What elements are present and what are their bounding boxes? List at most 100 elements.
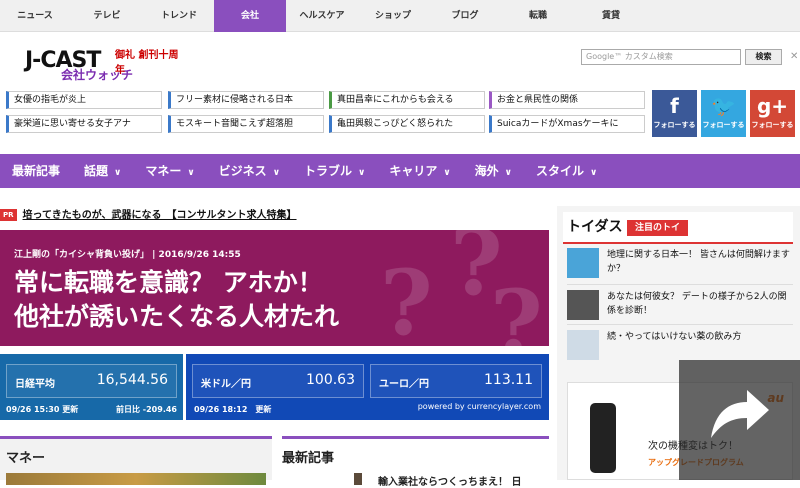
question-mark-decoration: ?	[490, 270, 543, 346]
headline-link[interactable]: フリー素材に侵略される日本	[168, 91, 324, 109]
cat-label: 海外	[474, 164, 499, 178]
gplus-follow-button[interactable]: g+ フォローする	[750, 90, 795, 137]
search-button[interactable]: 検索	[745, 49, 782, 65]
cat-label: 最新記事	[12, 164, 61, 178]
search-bar: Google™ カスタム検索 検索 ✕	[581, 49, 798, 65]
latest-section: 最新記事 輸入業社ならつくっちまえ！ 日	[282, 436, 549, 488]
gplus-icon: g+	[756, 94, 789, 118]
usd-box: 米ドル／円 100.63	[192, 364, 364, 398]
logo-anniversary: 御礼 創刊十周年	[115, 50, 179, 76]
headline-link[interactable]: SuicaカードがXmasケーキに	[489, 115, 645, 133]
pr-text: 培ってきたものが、武器になる 【コンサルタント求人特集】	[22, 210, 297, 221]
cat-label: ビジネス	[218, 164, 267, 178]
eur-box: ユーロ／円 113.11	[370, 364, 542, 398]
topnav-item-trend[interactable]: トレンド	[144, 0, 214, 32]
usd-label: 米ドル／円	[201, 379, 251, 390]
chevron-down-icon: ∨	[272, 168, 280, 178]
facebook-follow-button[interactable]: f フォローする	[652, 90, 697, 137]
phone-image	[590, 403, 616, 473]
cat-overseas[interactable]: 海外 ∨	[463, 154, 524, 188]
pr-link[interactable]: PR 培ってきたものが、武器になる 【コンサルタント求人特集】	[0, 206, 297, 221]
chevron-down-icon: ∨	[358, 168, 366, 178]
hero-title-line1: 常に転職を意識？ アホか！	[14, 268, 323, 297]
topnav-item-shop[interactable]: ショップ	[358, 0, 428, 32]
tidus-item-text: 続・やってはいけない薬の飲み方	[607, 332, 742, 342]
cat-label: スタイル	[535, 164, 584, 178]
chevron-down-icon: ∨	[443, 168, 451, 178]
hero-title-line2: 他社が誘いたくなる人材たれ	[14, 302, 340, 331]
pr-badge: PR	[0, 209, 17, 221]
twitter-follow-label: フォローする	[702, 121, 745, 129]
money-thumbnail[interactable]	[6, 473, 266, 485]
hero-title: 常に転職を意識？ アホか！ 他社が誘いたくなる人材たれ	[14, 266, 339, 334]
nikkei-box: 日経平均 16,544.56	[6, 364, 177, 398]
eur-label: ユーロ／円	[379, 379, 429, 390]
chevron-down-icon: ∨	[114, 168, 122, 178]
cat-style[interactable]: スタイル ∨	[524, 154, 609, 188]
nikkei-label: 日経平均	[15, 379, 55, 390]
facebook-icon: f	[670, 94, 679, 118]
tidus-item-text: あなたは何彼女？ デートの様子から2人の関係を診断！	[607, 292, 787, 316]
headline-link[interactable]: お金と県民性の関係	[489, 91, 645, 109]
tidus-thumbnail	[567, 248, 599, 278]
headline-link[interactable]: 亀田興毅こっぴどく怒られた	[329, 115, 485, 133]
tidus-tag: 注目のトイ	[627, 220, 689, 236]
tidus-header: トイダス 注目のトイ	[563, 212, 793, 244]
cat-topic[interactable]: 話題 ∨	[72, 154, 133, 188]
facebook-follow-label: フォローする	[653, 121, 696, 129]
chevron-down-icon: ∨	[590, 168, 598, 178]
topnav-item-company[interactable]: 会社	[214, 0, 286, 32]
divider	[567, 284, 793, 285]
site-logo[interactable]: J-CAST 会社ウォッチ 御礼 創刊十周年	[25, 42, 185, 86]
twitter-icon: 🐦	[711, 94, 736, 118]
question-mark-decoration: ?	[380, 250, 433, 346]
topnav-item-tv[interactable]: テレビ	[70, 0, 144, 32]
cat-business[interactable]: ビジネス ∨	[207, 154, 292, 188]
gplus-follow-label: フォローする	[751, 121, 794, 129]
nikkei-panel: 日経平均 16,544.56 09/26 15:30 更新 前日比 -209.4…	[0, 354, 183, 420]
headline-link[interactable]: 豪栄道に思い寄せる女子アナ	[6, 115, 162, 133]
cat-label: キャリア	[389, 164, 438, 178]
share-overlay[interactable]	[679, 360, 800, 480]
cat-money[interactable]: マネー ∨	[133, 154, 206, 188]
headline-link[interactable]: 女優の指毛が炎上	[6, 91, 162, 109]
cat-label: トラブル	[304, 164, 353, 178]
hero-article[interactable]: ? ? ? 江上剛の「カイシャ背負い投げ」 | 2016/9/26 14:55 …	[0, 230, 549, 346]
tidus-logo[interactable]: トイダス	[567, 216, 622, 236]
top-nav: ニュース テレビ トレンド 会社 ヘルスケア ショップ ブログ 転職 賃貸	[0, 0, 800, 32]
topnav-item-healthcare[interactable]: ヘルスケア	[286, 0, 358, 32]
cat-trouble[interactable]: トラブル ∨	[292, 154, 377, 188]
latest-section-title: 最新記事	[282, 451, 335, 466]
divider	[567, 324, 793, 325]
twitter-follow-button[interactable]: 🐦 フォローする	[701, 90, 746, 137]
fx-powered[interactable]: powered by currencylayer.com	[418, 402, 541, 411]
eur-value: 113.11	[484, 372, 533, 388]
tidus-thumbnail	[567, 290, 599, 320]
topnav-item-blog[interactable]: ブログ	[428, 0, 502, 32]
cat-latest[interactable]: 最新記事	[0, 154, 72, 188]
topnav-item-career[interactable]: 転職	[502, 0, 574, 32]
chevron-down-icon: ∨	[187, 168, 195, 178]
latest-item[interactable]: 輸入業社ならつくっちまえ！ 日	[378, 473, 521, 488]
category-nav: 最新記事 話題 ∨ マネー ∨ ビジネス ∨ トラブル ∨ キャリア ∨ 海外 ∨ スタイル…	[0, 154, 800, 188]
fx-panel: 米ドル／円 100.63 ユーロ／円 113.11 09/26 18:12 更新…	[186, 354, 549, 420]
headline-link[interactable]: モスキート音聞こえず超落胆	[168, 115, 324, 133]
money-section: マネー	[0, 436, 272, 485]
nikkei-change: 前日比 -209.46	[116, 405, 177, 414]
latest-thumbnail[interactable]	[354, 473, 362, 485]
cat-career[interactable]: キャリア ∨	[377, 154, 462, 188]
cat-label: マネー	[145, 164, 182, 178]
money-section-title: マネー	[6, 451, 46, 466]
chevron-down-icon: ∨	[504, 168, 512, 178]
usd-value: 100.63	[306, 372, 355, 388]
nikkei-value: 16,544.56	[96, 372, 168, 388]
search-input[interactable]: Google™ カスタム検索	[581, 49, 741, 65]
cat-label: 話題	[84, 164, 109, 178]
tidus-item-text: 地理に関する日本一！ 皆さんは何問解けますか？	[607, 250, 790, 274]
headline-link[interactable]: 真田昌幸にこれからも会える	[329, 91, 485, 109]
topnav-item-rent[interactable]: 賃貸	[574, 0, 648, 32]
topnav-item-news[interactable]: ニュース	[0, 0, 70, 32]
close-icon[interactable]: ✕	[790, 49, 798, 65]
tidus-thumbnail	[567, 330, 599, 360]
hero-meta: 江上剛の「カイシャ背負い投げ」 | 2016/9/26 14:55	[14, 250, 241, 260]
